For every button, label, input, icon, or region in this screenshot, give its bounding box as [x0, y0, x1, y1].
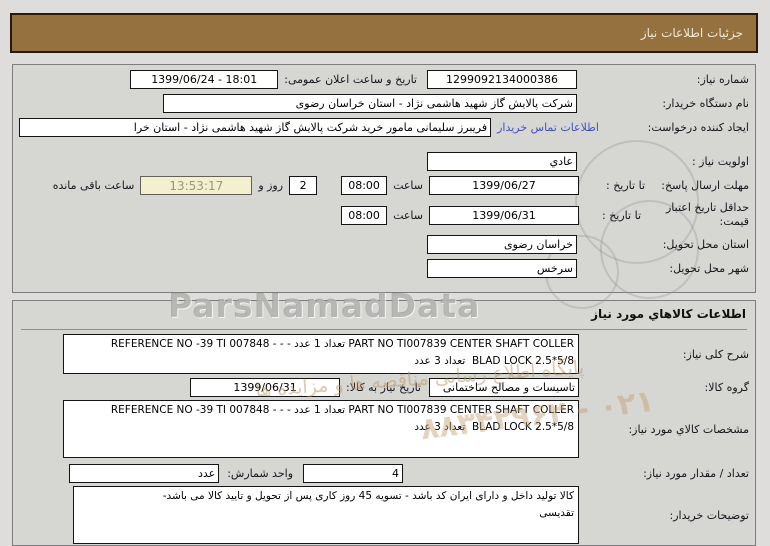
need-date-field[interactable]: 1399/06/31 [190, 378, 340, 397]
need-number-row: شماره نیاز: 1299092134000386 تاریخ و ساع… [19, 70, 749, 89]
need-description-label: شرح کلی نیاز: [579, 348, 749, 361]
creator-row: ایجاد کننده درخواست: اطلاعات تماس خریدار… [19, 118, 749, 137]
announce-datetime-label: تاریخ و ساعت اعلان عمومی: [284, 73, 417, 86]
need-number-label: شماره نیاز: [577, 73, 749, 86]
goods-specs-label: مشخصات کالاي مورد نیاز: [579, 423, 749, 436]
hour-label-2: ساعت [393, 209, 423, 222]
need-details-page: { "header": { "title": "جزئیات اطلاعات ن… [0, 0, 770, 545]
quantity-label: تعداد / مقدار مورد نیاز: [579, 467, 749, 480]
buyer-name-field[interactable]: شرکت پالایش گاز شهید هاشمی نژاد - استان … [163, 94, 577, 113]
hour-label: ساعت [393, 179, 423, 192]
goods-specs-textarea[interactable]: PART NO TI007839 CENTER SHAFT COLLER تعد… [63, 400, 579, 458]
days-remaining-field: 2 [289, 176, 317, 195]
priority-field[interactable]: عادي [427, 152, 577, 171]
need-description-textarea[interactable]: PART NO TI007839 CENTER SHAFT COLLER تعد… [63, 334, 579, 374]
section-divider [21, 329, 747, 330]
announce-datetime-field[interactable]: 1399/06/24 - 18:01 [130, 70, 278, 89]
goods-section-title: اطلاعات کالاهاي مورد نیاز [19, 306, 749, 322]
creator-field[interactable]: فریبرز سلیمانی مامور خرید شرکت پالایش گا… [19, 118, 491, 137]
priority-label: اولویت نیاز : [577, 155, 749, 168]
days-and-label: روز و [258, 179, 283, 192]
need-info-panel: شماره نیاز: 1299092134000386 تاریخ و ساع… [12, 64, 756, 293]
priority-row: اولویت نیاز : عادي [19, 152, 749, 171]
need-date-label: تاریخ نیاز به کالا: [346, 381, 421, 394]
deadline-date-field[interactable]: 1399/06/27 [429, 176, 579, 195]
countdown-timer: 13:53:17 [140, 176, 252, 195]
response-deadline-row: مهلت ارسال پاسخ: تا تاریخ : 1399/06/27 س… [19, 176, 749, 195]
goods-specs-row: مشخصات کالاي مورد نیاز: PART NO TI007839… [19, 404, 749, 454]
until-date-label: تا تاریخ : [579, 179, 645, 192]
buyer-name-row: نام دستگاه خریدار: شرکت پالایش گاز شهید … [19, 94, 749, 113]
deadline-time-field[interactable]: 08:00 [341, 176, 387, 195]
delivery-province-field[interactable]: خراسان رضوی [427, 235, 577, 254]
goods-group-row: گروه کالا: تاسیسات و مصالح ساختمانی تاری… [19, 378, 749, 397]
buyer-notes-textarea[interactable]: کالا تولید داخل و دارای ایران کد باشد - … [73, 486, 579, 544]
goods-group-field[interactable]: تاسیسات و مصالح ساختمانی [429, 378, 579, 397]
delivery-city-label: شهر محل تحویل: [577, 262, 749, 275]
page-header-bar: جزئیات اطلاعات نیاز [10, 13, 758, 53]
buyer-name-label: نام دستگاه خریدار: [577, 97, 749, 110]
unit-label: واحد شمارش: [227, 467, 293, 480]
need-description-row: شرح کلی نیاز: PART NO TI007839 CENTER SH… [19, 337, 749, 371]
quantity-field[interactable]: 4 [303, 464, 403, 483]
unit-field[interactable]: عدد [69, 464, 219, 483]
page-title: جزئیات اطلاعات نیاز [641, 26, 756, 40]
need-number-field[interactable]: 1299092134000386 [427, 70, 577, 89]
price-validity-row: حداقل تاریخ اعتبار قیمت: تا تاریخ : 1399… [19, 200, 749, 230]
validity-date-field[interactable]: 1399/06/31 [429, 206, 579, 225]
until-date-label-2: تا تاریخ : [579, 209, 641, 222]
goods-group-label: گروه کالا: [579, 381, 749, 394]
buyer-notes-row: توضیحات خریدار: کالا تولید داخل و دارای … [19, 490, 749, 540]
goods-info-panel: اطلاعات کالاهاي مورد نیاز شرح کلی نیاز: … [12, 300, 756, 546]
creator-label: ایجاد کننده درخواست: [599, 121, 749, 134]
delivery-city-row: شهر محل تحویل: سرخس [19, 259, 749, 278]
validity-time-field[interactable]: 08:00 [341, 206, 387, 225]
response-deadline-label: مهلت ارسال پاسخ: [645, 179, 749, 192]
buyer-contact-link[interactable]: اطلاعات تماس خریدار [497, 121, 599, 134]
price-validity-label: حداقل تاریخ اعتبار قیمت: [641, 201, 749, 229]
delivery-province-label: استان محل تحویل: [577, 238, 749, 251]
delivery-city-field[interactable]: سرخس [427, 259, 577, 278]
hours-remaining-label: ساعت باقی مانده [53, 179, 135, 192]
delivery-province-row: استان محل تحویل: خراسان رضوی [19, 235, 749, 254]
quantity-row: تعداد / مقدار مورد نیاز: 4 واحد شمارش: ع… [19, 464, 749, 483]
buyer-notes-label: توضیحات خریدار: [579, 509, 749, 522]
